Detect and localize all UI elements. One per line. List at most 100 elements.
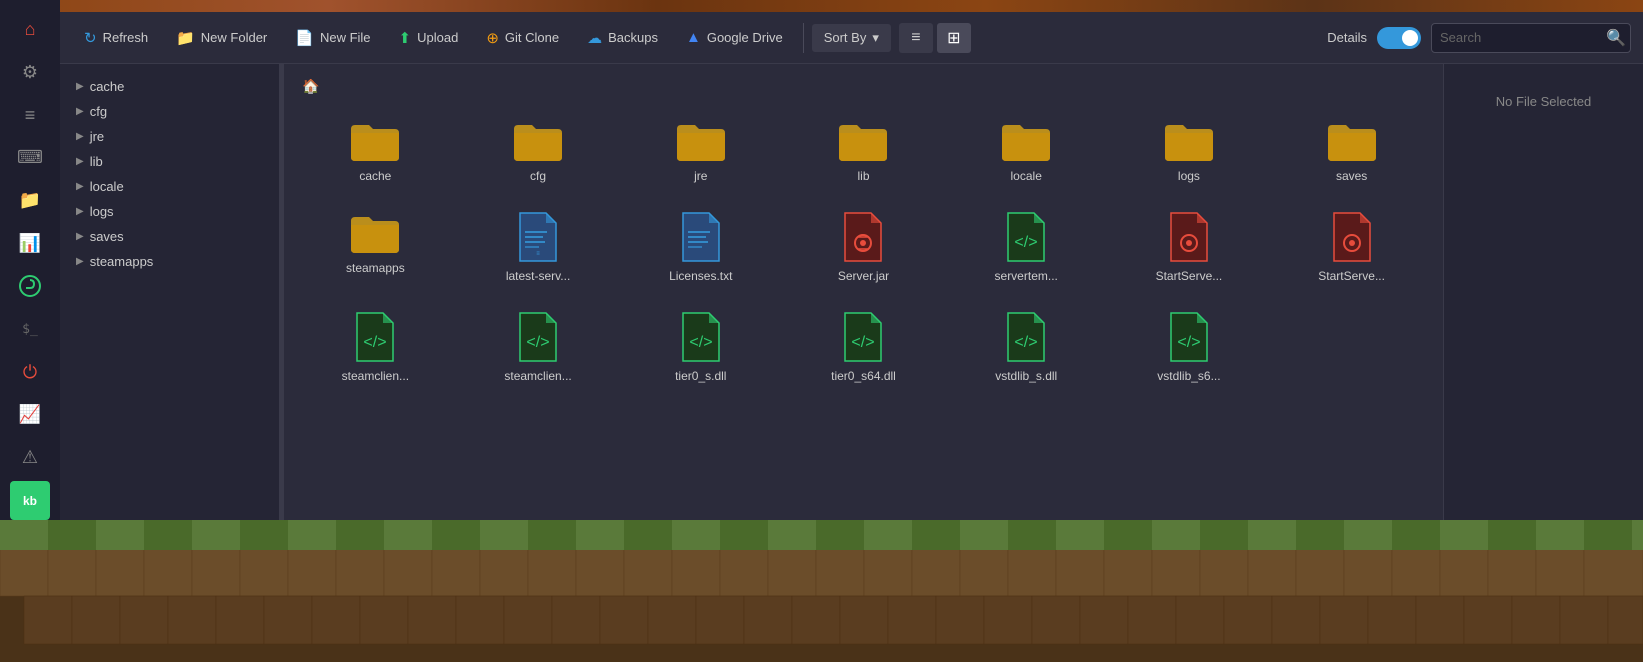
file-name: locale (955, 169, 1098, 183)
file-item-servertem[interactable]: </> servertem... (949, 201, 1104, 293)
kb-icon[interactable]: kb (10, 481, 50, 520)
file-item-logs[interactable]: logs (1112, 109, 1267, 193)
gdrive-icon: ▲ (686, 29, 701, 46)
tree-item-saves[interactable]: ▶ saves (60, 224, 279, 249)
git-clone-button[interactable]: ⊕ Git Clone (474, 23, 571, 53)
file-item-jre[interactable]: jre (623, 109, 778, 193)
list-view-button[interactable]: ≡ (899, 23, 933, 53)
details-toggle[interactable] (1377, 27, 1421, 49)
file-item-steamclien-2[interactable]: </> steamclien... (461, 301, 616, 393)
sliders-icon[interactable]: ≡ (10, 96, 50, 135)
tree-item-jre[interactable]: ▶ jre (60, 124, 279, 149)
file-item-cache[interactable]: cache (298, 109, 453, 193)
tree-item-locale[interactable]: ▶ locale (60, 174, 279, 199)
file-item-tier0s64[interactable]: </> tier0_s64.dll (786, 301, 941, 393)
tree-arrow: ▶ (76, 256, 84, 267)
folder-icon (1163, 119, 1215, 163)
upload-button[interactable]: ⬆ Upload (387, 23, 471, 53)
file-name: StartServe... (1280, 269, 1423, 283)
google-drive-button[interactable]: ▲ Google Drive (674, 23, 795, 52)
new-file-button[interactable]: 📄 New File (283, 23, 382, 53)
folder-sidebar-icon[interactable]: 📁 (10, 181, 50, 220)
svg-text:</>: </> (852, 334, 875, 351)
document-icon: </> (516, 311, 560, 363)
svg-text:</>: </> (1015, 334, 1038, 351)
no-file-selected-label: No File Selected (1496, 94, 1591, 109)
chart-icon[interactable]: 📊 (10, 224, 50, 263)
steam-icon[interactable] (10, 267, 50, 306)
file-name: steamapps (304, 261, 447, 275)
warning-icon[interactable]: ⚠ (10, 438, 50, 477)
tree-label: cfg (90, 104, 107, 119)
file-item-latest-serv[interactable]: ≡ latest-serv... (461, 201, 616, 293)
game-bg-top (0, 0, 1643, 12)
grid-view-button[interactable]: ⊞ (937, 23, 971, 53)
file-name: steamclien... (467, 369, 610, 383)
file-item-licenses[interactable]: Licenses.txt (623, 201, 778, 293)
file-name: tier0_s64.dll (792, 369, 935, 383)
upload-icon: ⬆ (399, 29, 412, 47)
terminal-icon[interactable]: $_ (10, 310, 50, 349)
tree-label: jre (90, 129, 104, 144)
search-input[interactable] (1440, 30, 1600, 45)
file-name: saves (1280, 169, 1423, 183)
tree-arrow: ▶ (76, 156, 84, 167)
sort-by-button[interactable]: Sort By ▾ (812, 24, 891, 52)
file-item-vstdlib[interactable]: </> vstdlib_s.dll (949, 301, 1104, 393)
details-label: Details (1327, 30, 1367, 45)
file-item-steamapps[interactable]: steamapps (298, 201, 453, 293)
backups-label: Backups (608, 30, 658, 45)
tree-item-cache[interactable]: ▶ cache (60, 74, 279, 99)
tree-item-steamapps[interactable]: ▶ steamapps (60, 249, 279, 274)
file-item-saves[interactable]: saves (1274, 109, 1429, 193)
alert-icon[interactable]: ⏻ (10, 353, 50, 392)
tree-arrow: ▶ (76, 81, 84, 92)
file-item-lib[interactable]: lib (786, 109, 941, 193)
document-icon: </> (1167, 311, 1211, 363)
tree-item-logs[interactable]: ▶ logs (60, 199, 279, 224)
upload-label: Upload (417, 30, 458, 45)
document-icon: </> (1004, 211, 1048, 263)
refresh-button[interactable]: ↻ Refresh (72, 23, 160, 53)
folder-icon (1000, 119, 1052, 163)
backups-button[interactable]: ☁ Backups (575, 23, 670, 53)
graph-icon[interactable]: 📈 (10, 395, 50, 434)
folder-icon (349, 211, 401, 255)
file-item-server-jar[interactable]: Server.jar (786, 201, 941, 293)
home-icon[interactable]: ⌂ (10, 10, 50, 49)
file-name: logs (1118, 169, 1261, 183)
tree-arrow: ▶ (76, 231, 84, 242)
keyboard-icon[interactable]: ⌨ (10, 138, 50, 177)
search-icon: 🔍 (1606, 28, 1626, 48)
file-name: steamclien... (304, 369, 447, 383)
file-item-startserve-1[interactable]: StartServe... (1112, 201, 1267, 293)
file-item-locale[interactable]: locale (949, 109, 1104, 193)
tree-item-cfg[interactable]: ▶ cfg (60, 99, 279, 124)
svg-text:</>: </> (364, 334, 387, 351)
file-item-startserve-2[interactable]: StartServe... (1274, 201, 1429, 293)
file-item-tier0s[interactable]: </> tier0_s.dll (623, 301, 778, 393)
file-name: servertem... (955, 269, 1098, 283)
tree-arrow: ▶ (76, 131, 84, 142)
toolbar: ↻ Refresh 📁 New Folder 📄 New File ⬆ Uplo… (60, 12, 1643, 64)
git-clone-label: Git Clone (505, 30, 559, 45)
tree-label: steamapps (90, 254, 154, 269)
settings-icon[interactable]: ⚙ (10, 53, 50, 92)
home-breadcrumb-icon[interactable]: 🏠 (302, 78, 319, 95)
file-name: vstdlib_s6... (1118, 369, 1261, 383)
folder-icon (349, 119, 401, 163)
document-icon: </> (353, 311, 397, 363)
folder-icon (512, 119, 564, 163)
file-item-vstdlib-s6[interactable]: </> vstdlib_s6... (1112, 301, 1267, 393)
file-item-cfg[interactable]: cfg (461, 109, 616, 193)
folder-icon (675, 119, 727, 163)
search-box: 🔍 (1431, 23, 1631, 53)
document-icon (1330, 211, 1374, 263)
refresh-label: Refresh (103, 30, 149, 45)
game-background (0, 520, 1643, 662)
view-toggle: ≡ ⊞ (899, 23, 971, 53)
tree-item-lib[interactable]: ▶ lib (60, 149, 279, 174)
file-item-steamclien-1[interactable]: </> steamclien... (298, 301, 453, 393)
content-area: ▶ cache ▶ cfg ▶ jre ▶ lib ▶ locale ▶ log… (60, 64, 1643, 520)
new-folder-button[interactable]: 📁 New Folder (164, 23, 279, 53)
